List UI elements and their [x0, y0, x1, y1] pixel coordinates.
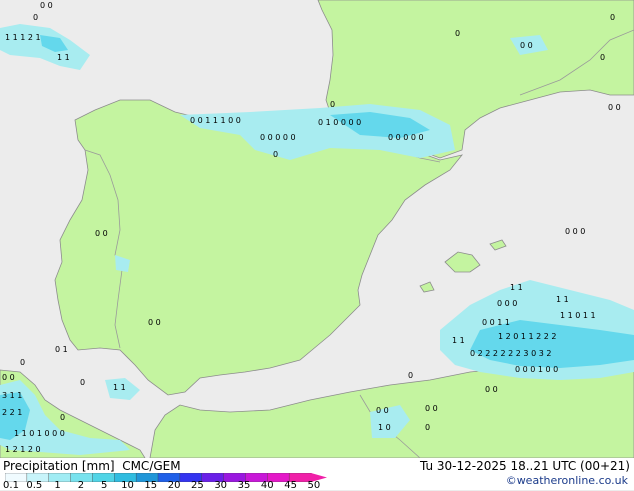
label-med-7: 1 1 [452, 336, 465, 345]
label-africa-1: 0 0 [376, 406, 389, 415]
label-med-11: 0 [408, 371, 413, 380]
scale-tick-label: 35 [237, 480, 251, 491]
scale-tick-label: 0.5 [26, 480, 43, 491]
label-africa-4: 0 [425, 423, 430, 432]
label-nw-1: 1 1 1 2 1 [5, 33, 41, 42]
scale-tick-label: 40 [260, 480, 274, 491]
label-sw-5: 0 [60, 413, 65, 422]
scale-tick-label: 5 [101, 480, 108, 491]
label-pyrenees-4: 0 0 0 0 0 [260, 133, 296, 142]
label-med-4: 1 1 [556, 295, 569, 304]
product-title: Precipitation [mm] CMC/GEM [3, 459, 181, 473]
label-pyrenees-6: 0 [273, 150, 278, 159]
label-iberia-2: 0 1 [55, 345, 68, 354]
label-sw-2: 0 0 [2, 373, 15, 382]
label-nw-3: 0 0 [40, 1, 53, 10]
scale-tick-label: 30 [214, 480, 228, 491]
label-med-2: 1 1 [510, 283, 523, 292]
label-france-5: 0 0 [608, 103, 621, 112]
label-med-10: 0 0 0 1 0 0 [515, 365, 558, 374]
scale-tick-label: 2 [77, 480, 85, 491]
label-sw-1: 0 [20, 358, 25, 367]
label-nw-4: 0 [33, 13, 38, 22]
label-pyrenees-1: 0 0 1 1 1 0 0 [190, 116, 241, 125]
label-sw-9: 1 1 [113, 383, 126, 392]
precipitation-map: 1 1 1 2 11 10 0000 0000 00 0 1 1 1 0 00 … [0, 0, 634, 458]
label-france-2: 0 0 [520, 41, 533, 50]
label-pyrenees-2: 0 1 0 0 0 0 [318, 118, 361, 127]
label-africa-2: 1 0 [378, 423, 391, 432]
label-sw-3: 3 1 1 [2, 391, 22, 400]
label-sw-7: 1 2 1 2 0 [5, 445, 41, 454]
scale-tick-label: 45 [284, 480, 297, 491]
scale-tick-label: 15 [144, 480, 158, 491]
label-france-3: 0 [610, 13, 615, 22]
scale-tick-label: 10 [121, 480, 134, 491]
label-africa-3: 0 0 [425, 404, 438, 413]
product-name: Precipitation [mm] [3, 459, 115, 473]
label-portugal-1: 0 0 [95, 229, 108, 238]
label-med-12: 0 0 [485, 385, 498, 394]
footer-bar: Precipitation [mm] CMC/GEM Tu 30-12-2025… [0, 458, 634, 491]
label-med-3: 0 0 0 [497, 299, 517, 308]
scale-tick-label: 0.1 [3, 480, 19, 491]
scale-tick-label: 1 [54, 480, 61, 491]
scale-tick-label: 20 [167, 480, 181, 491]
label-sw-8: 0 [80, 378, 85, 387]
label-sw-6: 1 1 0 1 0 0 0 [14, 429, 65, 438]
valid-time: Tu 30-12-2025 18..21 UTC (00+21) [419, 459, 630, 473]
label-med-1: 0 0 0 [565, 227, 585, 236]
label-france-1: 0 [455, 29, 460, 38]
label-pyrenees-5: 0 0 0 0 0 [388, 133, 424, 142]
scale-tick-label: 25 [191, 480, 204, 491]
label-sw-4: 2 2 1 [2, 408, 22, 417]
label-med-6: 1 1 0 1 1 [560, 311, 596, 320]
label-pyrenees-3: 0 [330, 100, 335, 109]
credit-text: ©weatheronline.co.uk [505, 474, 628, 487]
label-med-8: 1 2 0 1 1 2 2 2 [498, 332, 557, 341]
scale-tick-label: 50 [307, 480, 321, 491]
label-med-9: 0 2 2 2 2 2 2 3 0 3 2 [470, 349, 551, 358]
label-nw-2: 1 1 [57, 53, 70, 62]
label-france-4: 0 [600, 53, 605, 62]
model-name: CMC/GEM [122, 459, 181, 473]
color-scale-bar [5, 473, 327, 482]
label-iberia-1: 0 0 [148, 318, 161, 327]
label-med-5: 0 0 1 1 [482, 318, 510, 327]
